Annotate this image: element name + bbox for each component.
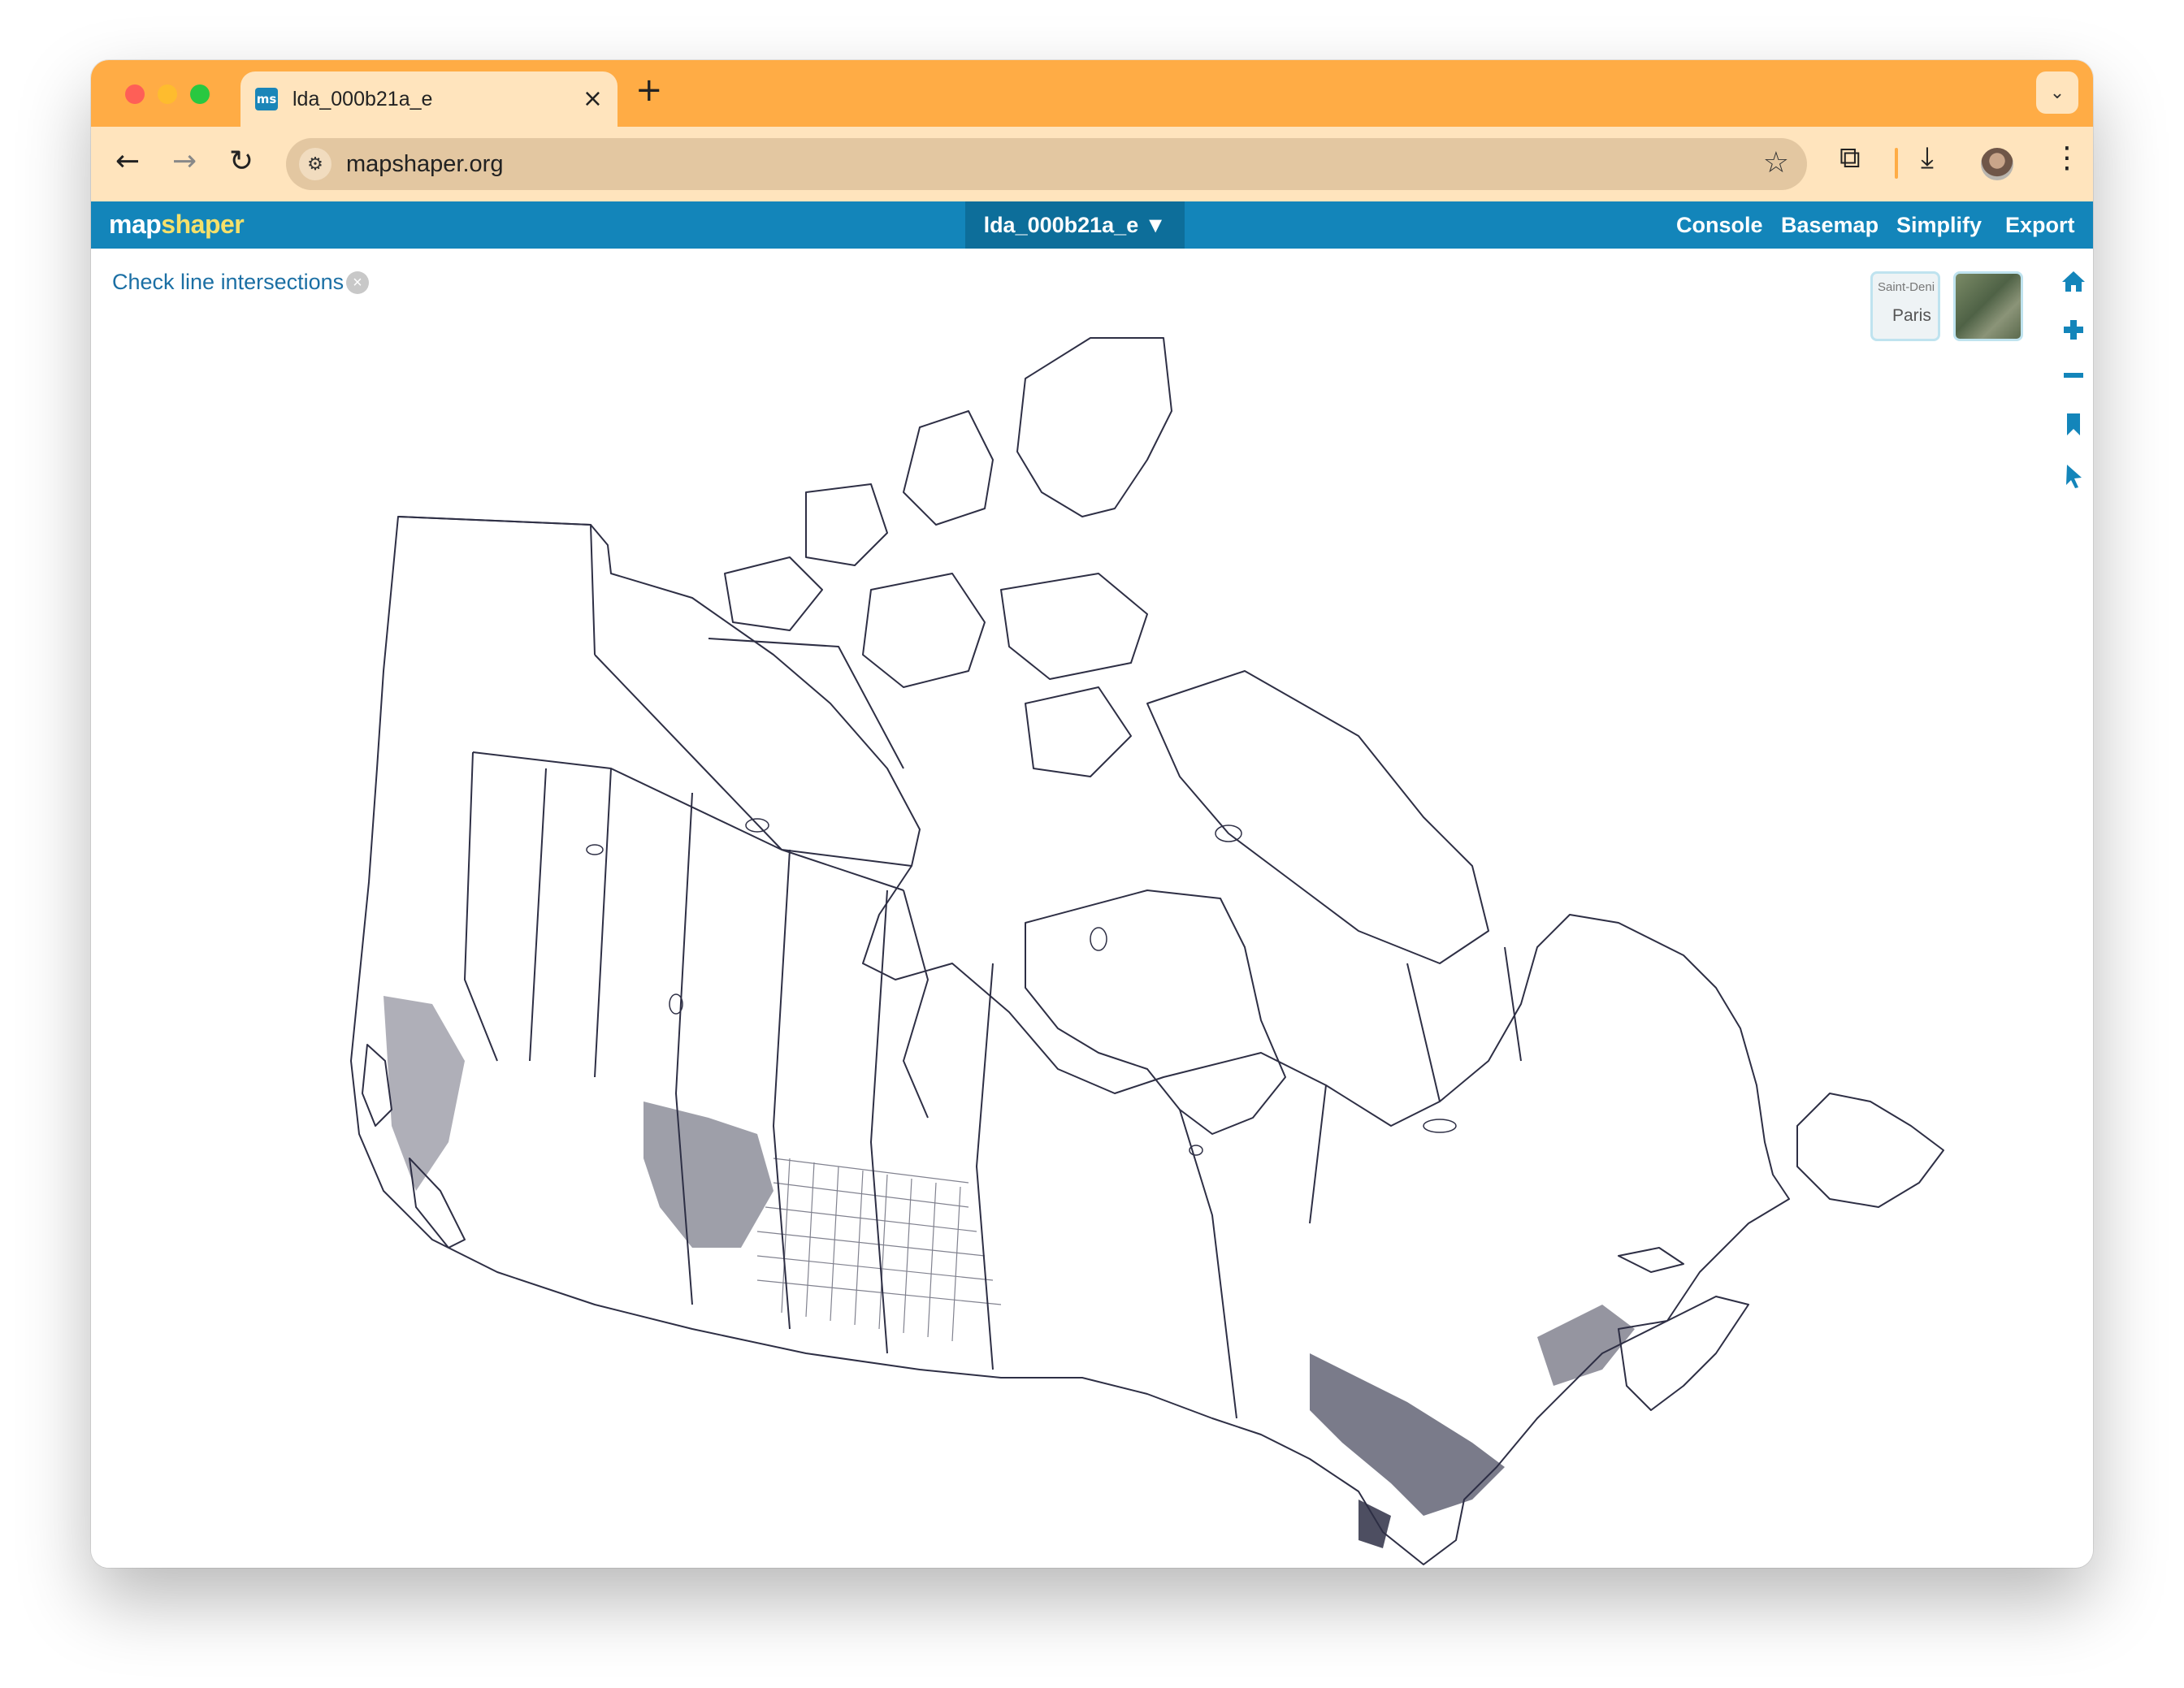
close-intersections-icon[interactable]: × (346, 271, 369, 294)
check-line-intersections-link[interactable]: Check line intersections (112, 270, 344, 295)
arctic-island-4 (724, 556, 823, 631)
mainland-outline (350, 516, 1790, 1565)
forward-arrow-icon[interactable]: → (172, 145, 197, 178)
browser-toolbar: ← → ↻ ⚙ mapshaper.org ☆ ⧉ ⤓ ⋮ (91, 127, 2093, 201)
tab-title: lda_000b21a_e (292, 88, 433, 110)
mapshaper-header: mapshaper lda_000b21a_e ▼ Console Basema… (91, 201, 2093, 249)
arctic-island-6 (1000, 573, 1148, 680)
tab-strip: ms lda_000b21a_e × + ⌄ (91, 60, 2093, 127)
bookmark-star-icon[interactable]: ☆ (1763, 146, 1789, 180)
profile-avatar[interactable] (1981, 148, 2013, 180)
thumb-label-city: Paris (1892, 306, 1931, 325)
arctic-island-2 (903, 410, 994, 526)
menu-simplify[interactable]: Simplify (1896, 213, 1982, 238)
arctic-island-5 (862, 573, 986, 688)
thumb-label-top: Saint-Deni (1878, 280, 1935, 294)
address-bar[interactable]: ⚙ mapshaper.org ☆ (286, 138, 1807, 190)
reload-icon[interactable]: ↻ (229, 145, 254, 178)
layer-selector-button[interactable]: lda_000b21a_e ▼ (965, 201, 1185, 249)
more-options-icon[interactable]: ⋮ (2052, 141, 2082, 175)
extensions-puzzle-icon[interactable]: ⧉ (1840, 141, 1861, 175)
home-icon[interactable] (2057, 268, 2090, 301)
menu-console[interactable]: Console (1676, 213, 1763, 238)
street-basemap-thumbnail[interactable]: Saint-Deni Paris (1870, 271, 1940, 341)
menu-export[interactable]: Export (2005, 213, 2075, 238)
site-settings-icon[interactable]: ⚙ (299, 148, 332, 180)
newfoundland (1796, 1093, 1944, 1208)
close-window-button[interactable] (125, 84, 145, 104)
satellite-basemap-thumbnail[interactable] (1953, 271, 2023, 341)
url-text[interactable]: mapshaper.org (346, 151, 503, 178)
maximize-window-button[interactable] (190, 84, 210, 104)
browser-tab[interactable]: ms lda_000b21a_e × (240, 71, 618, 127)
zoom-in-icon[interactable] (2057, 317, 2090, 349)
download-icon[interactable]: ⤓ (1921, 141, 1934, 175)
menu-basemap[interactable]: Basemap (1781, 213, 1878, 238)
toolbar-divider (1895, 148, 1898, 179)
map-canvas[interactable]: Check line intersections × Saint-Deni Pa… (91, 249, 2093, 1568)
minimize-window-button[interactable] (158, 84, 177, 104)
arctic-island-3 (805, 483, 888, 566)
pointer-tool-icon[interactable] (2057, 463, 2090, 496)
hudson-bay (1025, 889, 1286, 1135)
mapshaper-favicon-icon: ms (255, 88, 278, 110)
canada-lda-map[interactable] (91, 249, 2093, 1568)
back-arrow-icon[interactable]: ← (115, 145, 140, 178)
new-tab-icon[interactable]: + (635, 71, 663, 109)
browser-window: ms lda_000b21a_e × + ⌄ ← → ↻ ⚙ mapshaper… (91, 60, 2093, 1568)
close-tab-icon[interactable]: × (583, 84, 603, 113)
zoom-out-icon[interactable] (2057, 362, 2090, 395)
baffin-island (1146, 670, 1489, 964)
mapshaper-logo: mapshaper (109, 210, 245, 239)
bookmark-icon[interactable] (2057, 411, 2090, 444)
arctic-island-1 (1016, 337, 1172, 517)
tab-search-chevron-icon[interactable]: ⌄ (2036, 71, 2078, 114)
arctic-island-7 (1025, 686, 1132, 777)
